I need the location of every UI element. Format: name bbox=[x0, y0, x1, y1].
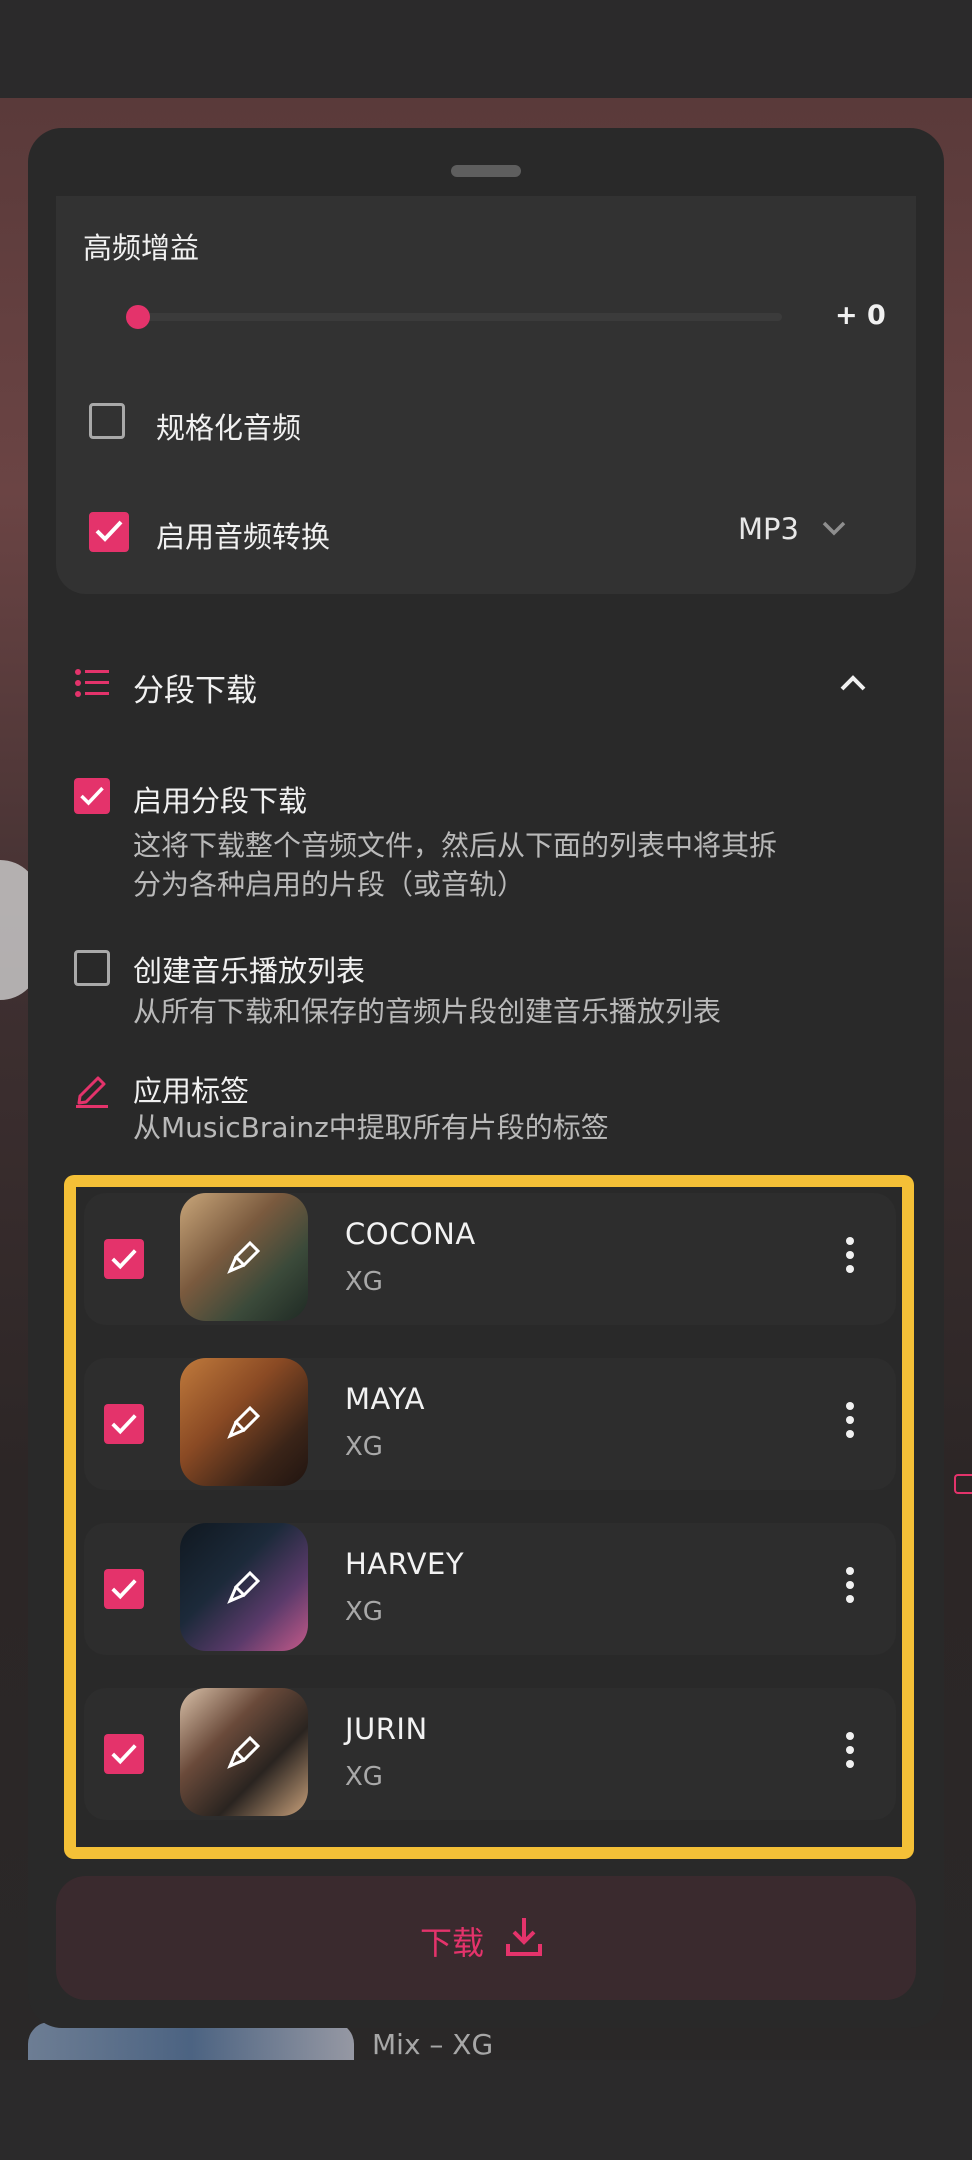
track-thumbnail[interactable] bbox=[180, 1523, 308, 1651]
brush-icon bbox=[227, 1570, 261, 1604]
track-artist: XG bbox=[345, 1267, 383, 1297]
track-row[interactable]: MAYA XG bbox=[84, 1358, 896, 1490]
edge-marker bbox=[954, 1474, 972, 1494]
more-options-icon[interactable] bbox=[844, 1567, 856, 1607]
track-row[interactable]: COCONA XG bbox=[84, 1193, 896, 1325]
normalize-audio-checkbox[interactable] bbox=[89, 403, 125, 439]
audio-conversion-label: 启用音频转换 bbox=[156, 520, 331, 554]
track-checkbox[interactable] bbox=[104, 1239, 144, 1279]
track-thumbnail[interactable] bbox=[180, 1358, 308, 1486]
background-mix-title: Mix – XG bbox=[372, 2028, 494, 2061]
format-dropdown[interactable]: MP3 bbox=[738, 512, 799, 546]
segment-download-section-title: 分段下载 bbox=[133, 673, 257, 709]
chevron-down-icon[interactable] bbox=[820, 518, 848, 538]
track-title: HARVEY bbox=[345, 1547, 465, 1581]
check-icon bbox=[111, 1579, 137, 1600]
track-row[interactable]: JURIN XG bbox=[84, 1688, 896, 1820]
brush-icon bbox=[227, 1240, 261, 1274]
track-artist: XG bbox=[345, 1432, 383, 1462]
chevron-up-icon[interactable] bbox=[838, 672, 868, 694]
track-checkbox[interactable] bbox=[104, 1734, 144, 1774]
treble-gain-label: 高频增益 bbox=[83, 231, 200, 265]
apply-tags-description: 从MusicBrainz中提取所有片段的标签 bbox=[133, 1111, 609, 1144]
check-icon bbox=[95, 520, 123, 542]
check-icon bbox=[80, 786, 104, 806]
download-icon bbox=[506, 1918, 542, 1956]
enable-segment-download-checkbox[interactable] bbox=[74, 778, 110, 814]
track-artist: XG bbox=[345, 1597, 383, 1627]
pencil-icon[interactable] bbox=[74, 1070, 110, 1108]
more-options-icon[interactable] bbox=[844, 1732, 856, 1772]
treble-gain-slider-thumb[interactable] bbox=[126, 305, 150, 329]
track-row[interactable]: HARVEY XG bbox=[84, 1523, 896, 1655]
track-title: MAYA bbox=[345, 1382, 425, 1416]
track-title: JURIN bbox=[345, 1712, 428, 1746]
list-icon bbox=[75, 669, 109, 697]
enable-segment-download-description-2: 分为各种启用的片段（或音轨） bbox=[133, 868, 526, 901]
check-icon bbox=[111, 1744, 137, 1765]
treble-gain-value: + 0 bbox=[835, 300, 886, 331]
track-checkbox[interactable] bbox=[104, 1404, 144, 1444]
bottom-bar bbox=[0, 2060, 972, 2160]
track-thumbnail[interactable] bbox=[180, 1193, 308, 1321]
more-options-icon[interactable] bbox=[844, 1237, 856, 1277]
more-options-icon[interactable] bbox=[844, 1402, 856, 1442]
track-thumbnail[interactable] bbox=[180, 1688, 308, 1816]
brush-icon bbox=[227, 1405, 261, 1439]
sheet-drag-handle[interactable] bbox=[451, 165, 521, 177]
treble-gain-slider[interactable] bbox=[138, 313, 782, 321]
track-checkbox[interactable] bbox=[104, 1569, 144, 1609]
check-icon bbox=[111, 1414, 137, 1435]
create-playlist-description: 从所有下载和保存的音频片段创建音乐播放列表 bbox=[133, 995, 722, 1028]
apply-tags-label[interactable]: 应用标签 bbox=[133, 1068, 249, 1110]
create-playlist-checkbox[interactable] bbox=[74, 950, 110, 986]
check-icon bbox=[111, 1249, 137, 1270]
create-playlist-label: 创建音乐播放列表 bbox=[133, 954, 366, 988]
enable-segment-download-description-1: 这将下载整个音频文件，然后从下面的列表中将其拆 bbox=[133, 829, 778, 862]
download-button[interactable]: 下载 bbox=[56, 1876, 916, 2000]
brush-icon bbox=[227, 1735, 261, 1769]
download-label: 下载 bbox=[420, 1924, 485, 1962]
track-title: COCONA bbox=[345, 1217, 476, 1251]
normalize-audio-label: 规格化音频 bbox=[156, 411, 302, 445]
enable-segment-download-label: 启用分段下载 bbox=[133, 784, 308, 818]
track-artist: XG bbox=[345, 1762, 383, 1792]
audio-conversion-checkbox[interactable] bbox=[89, 512, 129, 552]
